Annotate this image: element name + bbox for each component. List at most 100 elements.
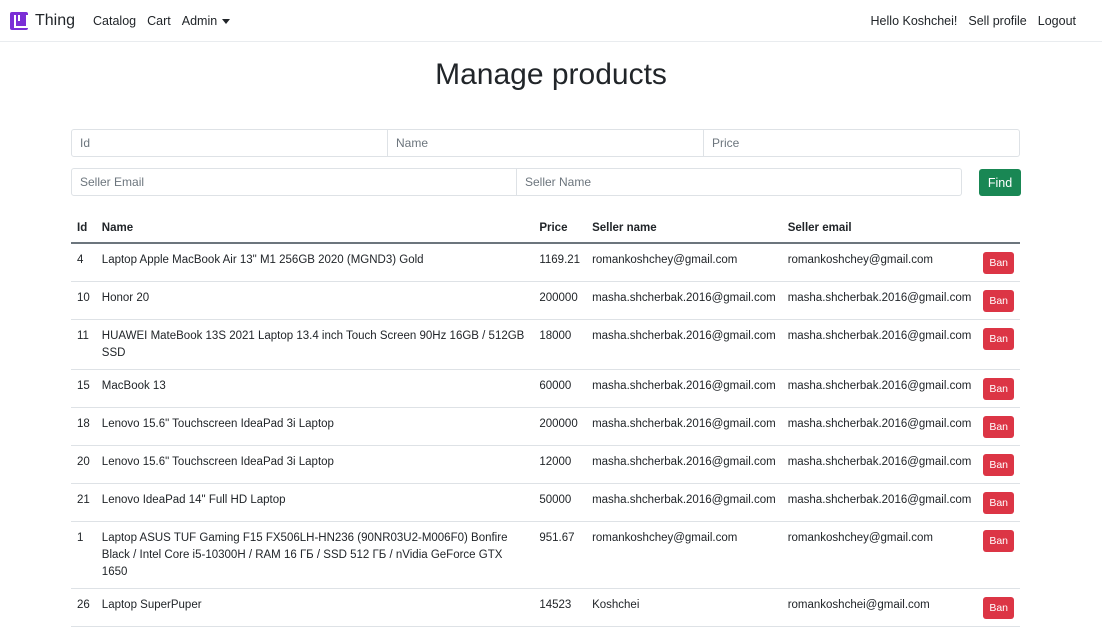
cell-price: 60000 — [533, 369, 587, 408]
nav-admin-label: Admin — [181, 13, 218, 28]
table-row: 20 Lenovo 15.6" Touchscreen IdeaPad 3i L… — [71, 445, 1020, 484]
cell-price: 200000 — [533, 407, 587, 446]
table-row: 1 Laptop ASUS TUF Gaming F15 FX506LH-HN2… — [71, 521, 1020, 589]
page-title: Manage products — [435, 58, 667, 91]
name-filter-input[interactable] — [388, 129, 704, 157]
table-row: 21 Lenovo IdeaPad 14" Full HD Laptop 500… — [71, 483, 1020, 522]
filter-row-primary — [71, 129, 1020, 157]
filter-row-seller — [71, 168, 962, 196]
cell-id: 4 — [71, 243, 96, 282]
table-row: 10 Honor 20 200000 masha.shcherbak.2016@… — [71, 281, 1020, 320]
ban-button[interactable]: Ban — [983, 416, 1014, 438]
cell-seller-email: masha.shcherbak.2016@gmail.com — [781, 369, 978, 408]
cell-seller-name: masha.shcherbak.2016@gmail.com — [586, 445, 782, 484]
cell-name: Laptop ASUS TUF Gaming F15 FX506LH-HN236… — [95, 521, 534, 589]
cell-name: Laptop Apple MacBook Air 13" M1 256GB 20… — [95, 243, 534, 282]
cell-seller-email: masha.shcherbak.2016@gmail.com — [781, 407, 978, 446]
header-price: Price — [533, 214, 587, 244]
cell-seller-name: romankoshchey@gmail.com — [586, 243, 782, 282]
cell-name: Lenovo 15.6" Touchscreen IdeaPad 3i Lapt… — [95, 445, 534, 484]
cell-actions: Ban — [977, 243, 1020, 282]
cell-actions: Ban — [977, 407, 1020, 446]
cell-id: 18 — [71, 407, 96, 446]
ban-button[interactable]: Ban — [983, 290, 1014, 312]
cell-actions: Ban — [977, 483, 1020, 522]
logout-link[interactable]: Logout — [1038, 14, 1076, 28]
header-id: Id — [71, 214, 96, 244]
cell-seller-email: masha.shcherbak.2016@gmail.com — [781, 445, 978, 484]
nav-admin-dropdown[interactable]: Admin — [181, 13, 231, 28]
ban-button[interactable]: Ban — [983, 597, 1014, 619]
seller-email-filter-input[interactable] — [71, 168, 517, 196]
cell-seller-name: masha.shcherbak.2016@gmail.com — [586, 369, 782, 408]
cell-seller-email: romankoshchey@gmail.com — [781, 521, 978, 589]
cell-seller-email: romankoshchei@gmail.com — [781, 588, 978, 627]
cell-price: 951.67 — [533, 521, 587, 589]
cell-seller-name: masha.shcherbak.2016@gmail.com — [586, 281, 782, 320]
table-header-row: Id Name Price Seller name Seller email — [71, 214, 1020, 244]
ban-button[interactable]: Ban — [983, 378, 1014, 400]
cell-seller-name: romankoshchey@gmail.com — [586, 521, 782, 589]
nav-catalog-link[interactable]: Catalog — [93, 14, 136, 28]
greeting-link[interactable]: Hello Koshchei! — [871, 14, 958, 28]
cell-seller-email: masha.shcherbak.2016@gmail.com — [781, 483, 978, 522]
cell-name: MacBook 13 — [95, 369, 534, 408]
ban-button[interactable]: Ban — [983, 252, 1014, 274]
table-row: 26 Laptop SuperPuper 14523 Koshchei roma… — [71, 588, 1020, 627]
header-name: Name — [95, 214, 534, 244]
nav-user-links: Hello Koshchei! Sell profile Logout — [871, 0, 1076, 42]
table-row: 4 Laptop Apple MacBook Air 13" M1 256GB … — [71, 243, 1020, 282]
cell-id: 21 — [71, 483, 96, 522]
header-seller-name: Seller name — [586, 214, 782, 244]
cell-seller-email: romankoshchey@gmail.com — [781, 243, 978, 282]
brand-name: Thing — [35, 11, 76, 29]
cell-price: 200000 — [533, 281, 587, 320]
brand[interactable]: Thing — [10, 11, 76, 30]
ban-button[interactable]: Ban — [983, 328, 1014, 350]
cell-actions: Ban — [977, 369, 1020, 408]
table-row: 11 HUAWEI MateBook 13S 2021 Laptop 13.4 … — [71, 319, 1020, 370]
cell-seller-name: masha.shcherbak.2016@gmail.com — [586, 319, 782, 370]
ban-button[interactable]: Ban — [983, 530, 1014, 552]
cell-name: Lenovo 15.6" Touchscreen IdeaPad 3i Lapt… — [95, 407, 534, 446]
cell-id: 26 — [71, 588, 96, 627]
cell-seller-email: masha.shcherbak.2016@gmail.com — [781, 319, 978, 370]
cell-price: 12000 — [533, 445, 587, 484]
cell-actions: Ban — [977, 319, 1020, 370]
price-filter-input[interactable] — [704, 129, 1020, 157]
cell-actions: Ban — [977, 445, 1020, 484]
header-actions — [977, 214, 1020, 244]
cell-name: Lenovo IdeaPad 14" Full HD Laptop — [95, 483, 534, 522]
cell-actions: Ban — [977, 521, 1020, 589]
cell-actions: Ban — [977, 281, 1020, 320]
nav-cart-link[interactable]: Cart — [147, 14, 171, 28]
ban-button[interactable]: Ban — [983, 492, 1014, 514]
cell-id: 1 — [71, 521, 96, 589]
cell-id: 20 — [71, 445, 96, 484]
table-row: 15 MacBook 13 60000 masha.shcherbak.2016… — [71, 369, 1020, 408]
cell-name: Honor 20 — [95, 281, 534, 320]
cell-name: HUAWEI MateBook 13S 2021 Laptop 13.4 inc… — [95, 319, 534, 370]
sell-profile-link[interactable]: Sell profile — [968, 14, 1026, 28]
cell-seller-name: masha.shcherbak.2016@gmail.com — [586, 407, 782, 446]
cell-seller-name: masha.shcherbak.2016@gmail.com — [586, 483, 782, 522]
id-filter-input[interactable] — [71, 129, 388, 157]
cell-id: 15 — [71, 369, 96, 408]
cell-name: Laptop SuperPuper — [95, 588, 534, 627]
cell-id: 11 — [71, 319, 96, 370]
table-row: 18 Lenovo 15.6" Touchscreen IdeaPad 3i L… — [71, 407, 1020, 446]
find-button[interactable]: Find — [979, 169, 1021, 196]
chevron-down-icon — [222, 18, 231, 24]
cell-actions: Ban — [977, 588, 1020, 627]
header-seller-email: Seller email — [781, 214, 978, 244]
cell-seller-email: masha.shcherbak.2016@gmail.com — [781, 281, 978, 320]
cell-price: 14523 — [533, 588, 587, 627]
navbar: Thing Catalog Cart Admin Hello Koshchei!… — [0, 0, 1102, 42]
nav-links: Catalog Cart Admin — [93, 13, 231, 28]
cell-id: 10 — [71, 281, 96, 320]
products-table: Id Name Price Seller name Seller email 4… — [71, 214, 1020, 627]
ban-button[interactable]: Ban — [983, 454, 1014, 476]
seller-name-filter-input[interactable] — [517, 168, 962, 196]
logo-icon — [10, 11, 28, 30]
cell-seller-name: Koshchei — [586, 588, 782, 627]
